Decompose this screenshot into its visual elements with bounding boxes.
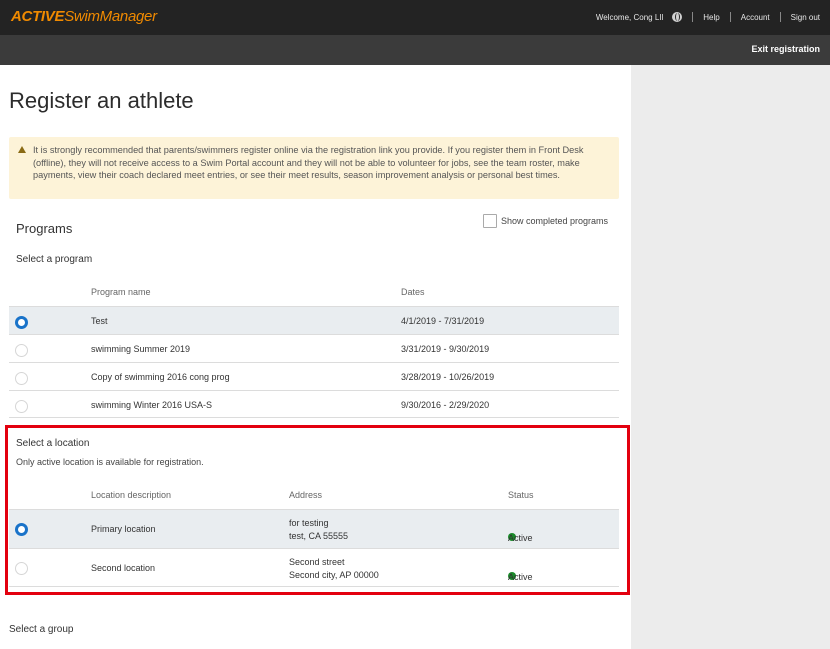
address-line-2: Second city, AP 00000 — [289, 569, 379, 580]
program-dates: 9/30/2016 - 2/29/2020 — [401, 400, 490, 410]
location-row[interactable]: Primary location for testing test, CA 55… — [9, 509, 619, 548]
exit-registration-link[interactable]: Exit registration — [751, 44, 820, 54]
nav-separator — [779, 12, 781, 22]
location-description: Second location — [91, 563, 156, 573]
program-radio[interactable] — [15, 344, 28, 357]
column-header-location-description: Location description — [91, 490, 172, 500]
alert-text: It is strongly recommended that parents/… — [33, 145, 584, 181]
location-row[interactable]: Second location Second street Second cit… — [9, 548, 619, 587]
program-radio[interactable] — [15, 400, 28, 413]
select-location-label: Select a location — [16, 438, 90, 449]
address-line-1: for testing — [289, 518, 329, 528]
locations-table-header: Location description Address Status — [9, 481, 619, 509]
location-address: Second street Second city, AP 00000 — [289, 556, 379, 581]
warning-icon — [18, 146, 26, 153]
status-text: Active — [508, 533, 533, 543]
program-radio[interactable] — [15, 316, 28, 329]
program-dates: 3/31/2019 - 9/30/2019 — [401, 344, 490, 354]
show-completed-label: Show completed programs — [501, 216, 609, 226]
column-header-program-name: Program name — [91, 287, 151, 297]
address-line-1: Second street — [289, 557, 345, 567]
program-row[interactable]: Test 4/1/2019 - 7/31/2019 — [9, 306, 619, 334]
top-nav: Welcome, Cong LIl Help Account Sign out — [596, 12, 820, 22]
select-group-label: Select a group — [9, 624, 74, 635]
program-radio[interactable] — [15, 372, 28, 385]
location-description: Primary location — [91, 524, 156, 534]
warning-alert: It is strongly recommended that parents/… — [9, 137, 619, 199]
programs-table: Program name Dates Test 4/1/2019 - 7/31/… — [9, 278, 619, 418]
location-radio[interactable] — [15, 562, 28, 575]
program-row[interactable]: swimming Winter 2016 USA-S 9/30/2016 - 2… — [9, 390, 619, 418]
logo-thin-text: SwimManager — [64, 8, 157, 25]
select-program-label: Select a program — [16, 254, 93, 265]
sub-bar: Exit registration — [0, 35, 830, 65]
show-completed-toggle[interactable]: Show completed programs — [483, 214, 608, 228]
page-title: Register an athlete — [9, 88, 194, 113]
app-logo[interactable]: ACTIVESwimManager — [11, 8, 157, 25]
programs-table-header: Program name Dates — [9, 278, 619, 306]
account-link[interactable]: Account — [741, 13, 770, 22]
program-name: swimming Summer 2019 — [91, 344, 191, 354]
help-link[interactable]: Help — [703, 13, 719, 22]
top-bar: ACTIVESwimManager Welcome, Cong LIl Help… — [0, 0, 830, 35]
show-completed-checkbox[interactable] — [483, 214, 497, 228]
program-name: Test — [91, 316, 108, 326]
program-row[interactable]: swimming Summer 2019 3/31/2019 - 9/30/20… — [9, 334, 619, 362]
status-text: Active — [508, 572, 533, 582]
program-name: swimming Winter 2016 USA-S — [91, 400, 213, 410]
column-header-address: Address — [289, 490, 323, 500]
program-row[interactable]: Copy of swimming 2016 cong prog 3/28/201… — [9, 362, 619, 390]
nav-separator — [729, 12, 731, 22]
right-panel — [631, 65, 830, 649]
program-dates: 3/28/2019 - 10/26/2019 — [401, 372, 495, 382]
location-address: for testing test, CA 55555 — [289, 517, 348, 542]
column-header-status: Status — [508, 490, 534, 500]
location-radio[interactable] — [15, 523, 28, 536]
sign-out-link[interactable]: Sign out — [791, 13, 820, 22]
location-note: Only active location is available for re… — [16, 457, 204, 467]
nav-separator — [692, 12, 694, 22]
program-dates: 4/1/2019 - 7/31/2019 — [401, 316, 485, 326]
welcome-text: Welcome, Cong LIl — [595, 12, 664, 22]
program-name: Copy of swimming 2016 cong prog — [91, 372, 230, 382]
logo-bold-text: ACTIVE — [11, 8, 65, 25]
column-header-dates: Dates — [401, 287, 425, 297]
locations-table: Location description Address Status Prim… — [9, 481, 619, 587]
globe-icon[interactable] — [672, 12, 683, 22]
programs-heading: Programs — [16, 221, 73, 236]
address-line-2: test, CA 55555 — [289, 530, 349, 541]
